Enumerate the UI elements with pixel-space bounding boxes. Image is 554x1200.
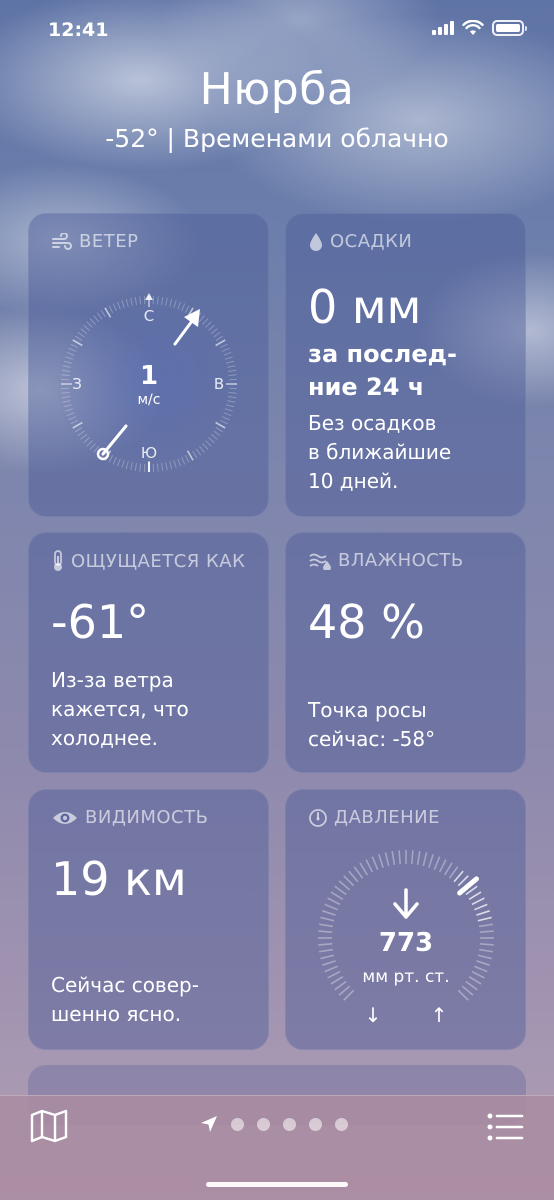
page-dot[interactable] <box>309 1117 322 1131</box>
precipitation-value: 0 мм <box>308 280 422 334</box>
feels-like-value: -61° <box>51 595 150 649</box>
visibility-title: ВИДИМОСТЬ <box>85 807 209 828</box>
feels-like-title: ОЩУЩАЕТСЯ КАК <box>71 550 246 572</box>
pressure-unit: мм рт. ст. <box>362 967 449 987</box>
status-time: 12:41 <box>48 19 109 41</box>
precipitation-desc-line1: Без осадков <box>308 411 437 435</box>
feels-like-desc-line3: холоднее. <box>51 726 158 750</box>
page-dot[interactable] <box>231 1117 244 1131</box>
visibility-value: 19 км <box>51 852 187 906</box>
page-indicator[interactable] <box>200 1115 348 1133</box>
pressure-low-arrow: ↓ <box>365 1003 382 1027</box>
pressure-gauge: 773 мм рт. ст. ↓ ↑ <box>318 850 494 1027</box>
feels-like-desc-line1: Из-за ветра <box>51 668 174 692</box>
humidity-title: ВЛАЖНОСТЬ <box>338 550 464 571</box>
precipitation-period-line2: ние 24 ч <box>308 373 425 401</box>
humidity-desc-line2: сейчас: -58° <box>308 727 436 751</box>
page-dot[interactable] <box>335 1117 348 1131</box>
compass-north-label: С <box>144 307 154 325</box>
page-dot[interactable] <box>283 1117 296 1131</box>
cellular-signal-icon <box>432 21 454 35</box>
wifi-icon <box>462 20 484 35</box>
wind-compass: С Ю В З 1 м/с <box>54 289 244 479</box>
city-name: Нюрба <box>199 64 355 115</box>
humidity-value: 48 % <box>308 595 425 649</box>
compass-south-label: Ю <box>141 444 157 462</box>
list-icon[interactable] <box>486 1112 524 1142</box>
precipitation-desc-line3: 10 дней. <box>308 469 399 493</box>
location-arrow-icon <box>201 1116 217 1132</box>
battery-icon <box>492 20 527 36</box>
feels-like-card-header: ОЩУЩАЕТСЯ КАК <box>51 550 245 572</box>
precipitation-card-header: ОСАДКИ <box>308 231 412 252</box>
humidity-desc-line1: Точка росы <box>308 698 427 722</box>
map-icon[interactable] <box>30 1109 68 1143</box>
precipitation-desc-line2: в ближайшие <box>308 440 452 464</box>
wind-card[interactable]: ВЕТЕР С Ю В З 1 м/с <box>28 213 269 517</box>
feels-like-desc-line2: кажется, что <box>51 697 189 721</box>
humidity-card-header: ВЛАЖНОСТЬ <box>308 550 464 571</box>
precipitation-period-line1: за послед- <box>308 340 457 368</box>
visibility-card[interactable]: ВИДИМОСТЬ 19 км Сейчас совер- шенно ясно… <box>28 789 269 1050</box>
pressure-high-arrow: ↑ <box>431 1003 448 1027</box>
compass-east-label: В <box>214 375 224 393</box>
humidity-icon <box>309 553 331 570</box>
precipitation-title: ОСАДКИ <box>330 231 413 252</box>
visibility-desc-line2: шенно ясно. <box>51 1002 182 1026</box>
precipitation-card[interactable]: ОСАДКИ 0 мм за послед- ние 24 ч Без осад… <box>285 213 526 517</box>
status-icons <box>432 20 527 36</box>
page-dot[interactable] <box>257 1117 270 1131</box>
visibility-desc-line1: Сейчас совер- <box>51 973 199 997</box>
thermometer-icon <box>54 550 62 571</box>
visibility-card-header: ВИДИМОСТЬ <box>51 807 208 828</box>
pressure-card[interactable]: ДАВЛЕНИЕ 773 мм рт. ст. ↓ ↑ <box>285 789 526 1050</box>
pressure-value: 773 <box>379 928 433 958</box>
feels-like-card[interactable]: ОЩУЩАЕТСЯ КАК -61° Из-за ветра кажется, … <box>28 532 269 773</box>
wind-speed: 1 <box>140 361 158 391</box>
eye-icon <box>53 811 77 824</box>
raindrop-icon <box>310 232 322 251</box>
humidity-card[interactable]: ВЛАЖНОСТЬ 48 % Точка росы сейчас: -58° <box>285 532 526 773</box>
status-bar: 12:41 <box>0 0 554 60</box>
current-summary: -52° | Временами облачно <box>105 124 449 153</box>
compass-west-label: З <box>72 375 82 393</box>
home-indicator <box>206 1182 348 1187</box>
wind-unit: м/с <box>138 392 161 408</box>
